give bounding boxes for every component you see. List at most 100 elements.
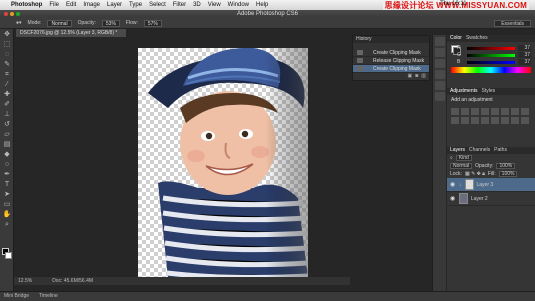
history-item-selected[interactable]: Create Clipping Mask	[353, 65, 429, 73]
blend-mode-select[interactable]: Normal	[450, 163, 473, 169]
document-tab[interactable]: DSCF2076.jpg @ 12.5% (Layer 3, RGB/8) *	[16, 29, 126, 37]
menu-3d[interactable]: 3D	[193, 2, 201, 8]
background-color-swatch[interactable]	[5, 252, 12, 259]
layer-kind-filter[interactable]: Kind	[455, 155, 472, 161]
levels-icon[interactable]	[461, 108, 469, 115]
brightness-contrast-icon[interactable]	[451, 108, 459, 115]
photo-filter-icon[interactable]	[451, 117, 459, 124]
paragraph-panel-icon[interactable]	[435, 92, 445, 101]
color-lookup-icon[interactable]	[471, 117, 479, 124]
dodge-tool-icon[interactable]: ○	[2, 160, 12, 169]
flow-field[interactable]: 57%	[143, 19, 162, 27]
marquee-tool-icon[interactable]: ⬚	[2, 40, 12, 49]
black-white-icon[interactable]	[521, 108, 529, 115]
brush-panel-icon[interactable]	[435, 70, 445, 79]
lock-icons[interactable]: ▦ ✎ ✥ 🔒︎	[465, 171, 485, 177]
document-canvas[interactable]	[138, 48, 308, 278]
quick-select-tool-icon[interactable]: ✎	[2, 60, 12, 69]
zoom-window-icon[interactable]	[16, 12, 20, 16]
channel-mixer-icon[interactable]	[461, 117, 469, 124]
eye-icon[interactable]: ◉	[450, 196, 456, 202]
layer-opacity-field[interactable]: 100%	[496, 163, 516, 169]
menu-type[interactable]: Type	[129, 2, 142, 8]
crop-tool-icon[interactable]: ⌗	[2, 70, 12, 79]
tab-styles[interactable]: Styles	[482, 88, 496, 95]
exposure-icon[interactable]	[481, 108, 489, 115]
color-spectrum-ramp[interactable]	[451, 67, 531, 73]
eye-icon[interactable]: ◉	[450, 182, 456, 188]
red-slider[interactable]: R 37	[457, 45, 531, 51]
green-value[interactable]: 37	[518, 52, 531, 58]
blue-value[interactable]: 37	[518, 59, 531, 65]
menu-image[interactable]: Image	[83, 2, 100, 8]
tab-adjustments[interactable]: Adjustments	[450, 88, 478, 95]
trash-icon[interactable]: ▥	[421, 73, 426, 79]
brush-tool-icon[interactable]: ✐	[2, 100, 12, 109]
blur-tool-icon[interactable]: ◆	[2, 150, 12, 159]
menu-file[interactable]: File	[49, 2, 59, 8]
red-value[interactable]: 37	[518, 45, 531, 51]
opacity-field[interactable]: 53%	[101, 19, 120, 27]
threshold-icon[interactable]	[501, 117, 509, 124]
tab-history[interactable]: History	[353, 36, 429, 43]
menu-window[interactable]: Window	[228, 2, 249, 8]
eyedropper-tool-icon[interactable]: ⁄	[2, 80, 12, 89]
lasso-tool-icon[interactable]: ◌	[2, 50, 12, 59]
layer-row[interactable]: ◉ ↓ Layer 3	[447, 178, 535, 192]
eraser-tool-icon[interactable]: ▱	[2, 130, 12, 139]
fill-field[interactable]: 100%	[498, 171, 518, 177]
type-tool-icon[interactable]: T	[2, 180, 12, 189]
menu-help[interactable]: Help	[256, 2, 268, 8]
invert-icon[interactable]	[481, 117, 489, 124]
path-select-tool-icon[interactable]: ➤	[2, 190, 12, 199]
zoom-tool-icon[interactable]: ⌕	[2, 220, 12, 229]
camera-icon[interactable]: ◙	[415, 73, 418, 79]
tab-layers[interactable]: Layers	[450, 147, 465, 154]
info-panel-icon[interactable]	[435, 59, 445, 68]
move-tool-icon[interactable]: ✥	[2, 30, 12, 39]
hue-saturation-icon[interactable]	[501, 108, 509, 115]
character-panel-icon[interactable]	[435, 81, 445, 90]
history-item[interactable]: Create Clipping Mask	[353, 49, 429, 57]
menu-edit[interactable]: Edit	[66, 2, 76, 8]
posterize-icon[interactable]	[491, 117, 499, 124]
gradient-tool-icon[interactable]: ▤	[2, 140, 12, 149]
minimize-window-icon[interactable]	[10, 12, 14, 16]
properties-panel-icon[interactable]	[435, 48, 445, 57]
document-size[interactable]: Doc: 45.6M/56.4M	[52, 277, 93, 285]
mode-select[interactable]: Normal	[47, 19, 72, 27]
vibrance-icon[interactable]	[491, 108, 499, 115]
tab-paths[interactable]: Paths	[494, 147, 507, 154]
healing-tool-icon[interactable]: ✚	[2, 90, 12, 99]
menu-app-name[interactable]: Photoshop	[11, 2, 42, 8]
workspace-select[interactable]: Essentials	[494, 20, 531, 27]
new-document-icon[interactable]: ▣	[408, 73, 413, 79]
menu-select[interactable]: Select	[149, 2, 166, 8]
tab-swatches[interactable]: Swatches	[466, 35, 488, 42]
history-item[interactable]: Release Clipping Mask	[353, 57, 429, 65]
shape-tool-icon[interactable]: ▭	[2, 200, 12, 209]
hand-tool-icon[interactable]: ✋	[2, 210, 12, 219]
tab-timeline[interactable]: Timeline	[39, 292, 58, 301]
close-window-icon[interactable]	[4, 12, 8, 16]
history-panel-icon[interactable]	[435, 37, 445, 46]
brush-preset-icon[interactable]: ●▾	[16, 20, 22, 26]
curves-icon[interactable]	[471, 108, 479, 115]
pen-tool-icon[interactable]: ✒	[2, 170, 12, 179]
tab-mini-bridge[interactable]: Mini Bridge	[4, 292, 29, 301]
layer-row[interactable]: ◉ Layer 2	[447, 192, 535, 206]
gradient-map-icon[interactable]	[511, 117, 519, 124]
color-balance-icon[interactable]	[511, 108, 519, 115]
menu-view[interactable]: View	[208, 2, 221, 8]
layer-name[interactable]: Layer 2	[471, 196, 488, 202]
selective-color-icon[interactable]	[521, 117, 529, 124]
zoom-level[interactable]: 12.5%	[18, 277, 32, 285]
tab-channels[interactable]: Channels	[469, 147, 490, 154]
tab-color[interactable]: Color	[450, 35, 462, 42]
clone-stamp-tool-icon[interactable]: ⊥	[2, 110, 12, 119]
green-slider[interactable]: G 37	[457, 52, 531, 58]
menu-filter[interactable]: Filter	[173, 2, 186, 8]
blue-slider[interactable]: B 37	[457, 59, 531, 65]
history-brush-tool-icon[interactable]: ↺	[2, 120, 12, 129]
menu-layer[interactable]: Layer	[107, 2, 122, 8]
